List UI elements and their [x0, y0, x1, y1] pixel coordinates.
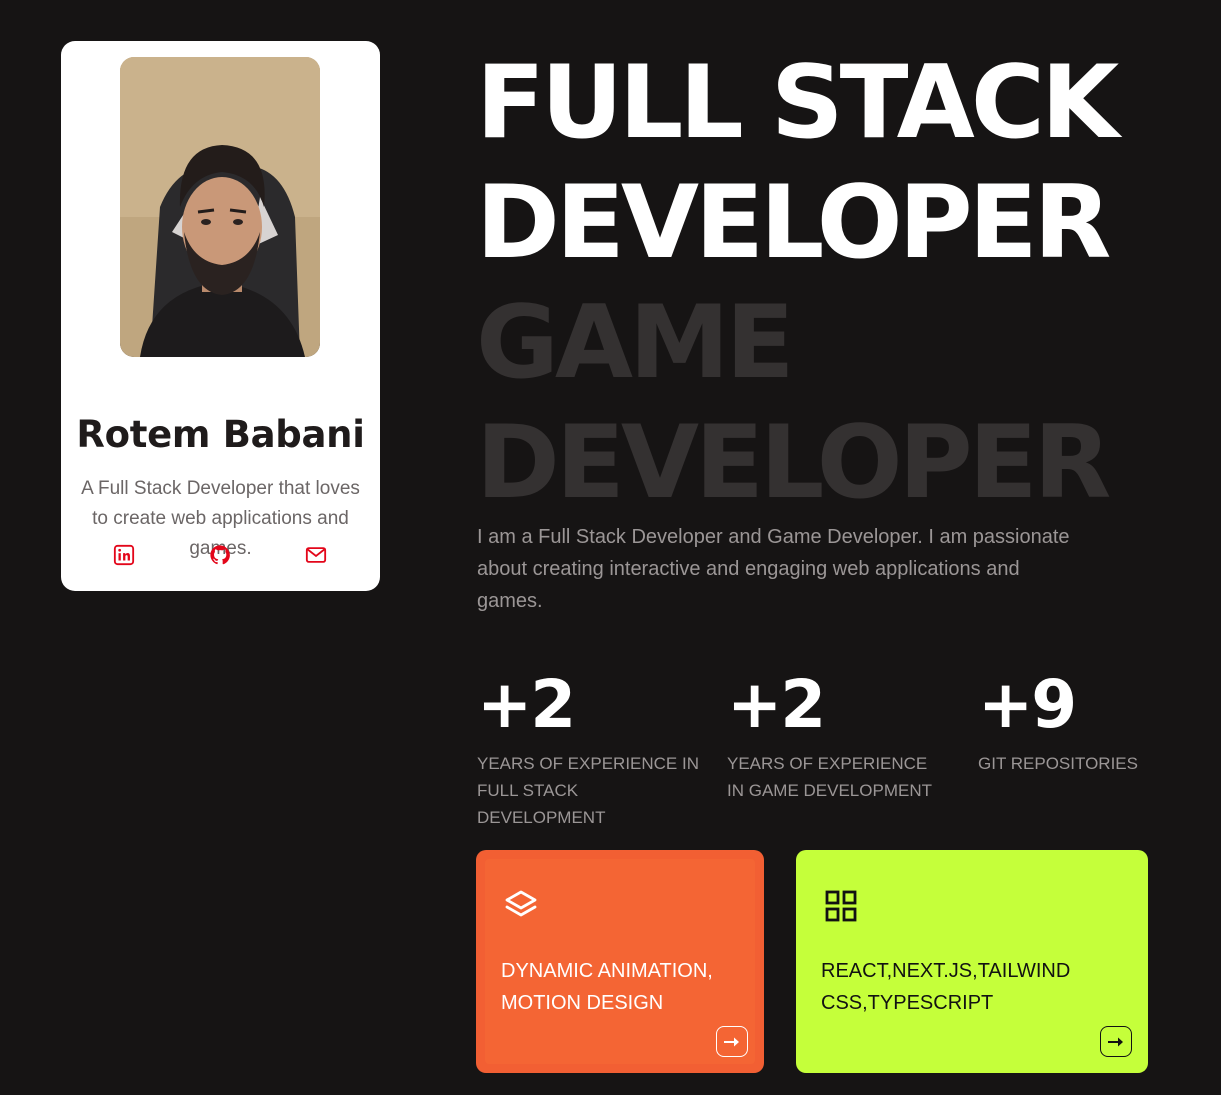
portfolio-page: Rotem Babani A Full Stack Developer that…	[0, 0, 1221, 1095]
stat-label: GIT REPOSITORIES	[978, 754, 1138, 773]
card-tech-stack[interactable]: REACT,NEXT.JS,TAILWIND CSS,TYPESCRIPT	[796, 850, 1148, 1073]
mail-icon[interactable]	[305, 544, 327, 566]
stat-game-dev: +2 YEARS OF EXPERIENCE IN GAME DEVELOPME…	[727, 668, 967, 804]
arrow-right-icon[interactable]	[1100, 1026, 1132, 1057]
stat-label: YEARS OF EXPERIENCE IN FULL STACK DEVELO…	[477, 754, 699, 827]
headline-line: FULL STACK	[476, 43, 1119, 161]
hero-headline: FULL STACK DEVELOPER GAME DEVELOPER	[476, 42, 1119, 522]
linkedin-icon[interactable]	[113, 544, 135, 566]
layers-icon	[501, 886, 541, 926]
stat-value: +9	[978, 666, 1077, 743]
profile-photo	[120, 57, 320, 357]
headline-line: DEVELOPER	[476, 163, 1111, 281]
grid-icon	[821, 886, 861, 926]
card-title: DYNAMIC ANIMATION, MOTION DESIGN	[501, 960, 713, 1014]
stat-value: +2	[727, 666, 826, 743]
headline-line: DEVELOPER	[476, 403, 1111, 521]
profile-card: Rotem Babani A Full Stack Developer that…	[61, 41, 380, 591]
stat-label: YEARS OF EXPERIENCE IN GAME DEVELOPMENT	[727, 754, 932, 800]
intro-text: I am a Full Stack Developer and Game Dev…	[477, 526, 1070, 612]
profile-name: Rotem Babani	[76, 413, 365, 456]
stat-value: +2	[477, 666, 576, 743]
arrow-right-icon[interactable]	[716, 1026, 748, 1057]
card-animation[interactable]: DYNAMIC ANIMATION, MOTION DESIGN	[476, 850, 764, 1073]
headline-line: GAME	[476, 283, 795, 401]
card-title: REACT,NEXT.JS,TAILWIND CSS,TYPESCRIPT	[821, 960, 1071, 1014]
stat-git-repos: +9 GIT REPOSITORIES	[978, 668, 1218, 777]
github-icon[interactable]	[209, 544, 231, 566]
stat-full-stack: +2 YEARS OF EXPERIENCE IN FULL STACK DEV…	[477, 668, 717, 831]
